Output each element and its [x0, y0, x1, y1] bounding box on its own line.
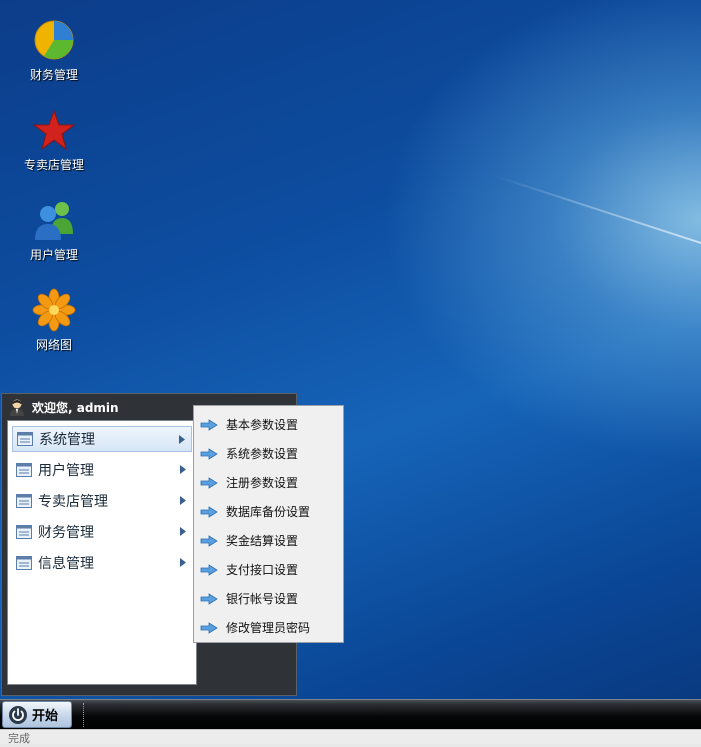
arrow-right-icon: [200, 534, 218, 547]
arrow-right-icon: [200, 592, 218, 605]
status-text: 完成: [8, 732, 30, 745]
chevron-right-icon: [180, 496, 186, 505]
submenu-item-label: 数据库备份设置: [226, 505, 311, 519]
red-star-icon: [32, 109, 76, 151]
desktop-icon-label: 财务管理: [29, 68, 78, 82]
submenu-item-admin-password[interactable]: 修改管理员密码: [194, 613, 343, 642]
start-button-label: 开始: [32, 709, 59, 724]
submenu-item-label: 奖金结算设置: [226, 534, 299, 548]
system-submenu: 基本参数设置 系统参数设置 注册参数设置 数据库备份设置 奖金结算设置 支付接口…: [193, 405, 344, 643]
chevron-right-icon: [180, 465, 186, 474]
menu-item-store[interactable]: 专卖店管理: [12, 488, 192, 514]
desktop-icon-users[interactable]: 用户管理: [9, 198, 99, 263]
menu-item-label: 用户管理: [38, 463, 94, 479]
pie-chart-icon: [34, 20, 74, 60]
menu-item-system[interactable]: 系统管理: [12, 426, 192, 452]
arrow-right-icon: [200, 476, 218, 489]
taskbar: 开始: [0, 699, 701, 730]
users-icon: [35, 202, 73, 240]
chevron-right-icon: [180, 558, 186, 567]
submenu-item-label: 基本参数设置: [226, 418, 299, 432]
window-list-icon: [16, 556, 32, 570]
user-avatar-icon: [10, 399, 24, 416]
power-icon: [9, 705, 27, 724]
submenu-item-db-backup[interactable]: 数据库备份设置: [194, 497, 343, 526]
submenu-item-basic-params[interactable]: 基本参数设置: [194, 410, 343, 439]
menu-item-info[interactable]: 信息管理: [12, 550, 192, 576]
menu-item-label: 专卖店管理: [38, 494, 108, 510]
window-list-icon: [16, 463, 32, 477]
arrow-right-icon: [200, 447, 218, 460]
chevron-right-icon: [180, 527, 186, 536]
desktop-icon-label: 用户管理: [29, 248, 78, 262]
menu-item-users[interactable]: 用户管理: [12, 457, 192, 483]
menu-item-label: 财务管理: [38, 525, 94, 541]
submenu-item-bonus-settlement[interactable]: 奖金结算设置: [194, 526, 343, 555]
submenu-item-system-params[interactable]: 系统参数设置: [194, 439, 343, 468]
arrow-right-icon: [200, 505, 218, 518]
arrow-right-icon: [200, 621, 218, 634]
desktop-icon-finance[interactable]: 财务管理: [9, 18, 99, 83]
arrow-right-icon: [200, 563, 218, 576]
window-list-icon: [16, 525, 32, 539]
window-list-icon: [17, 432, 33, 446]
wallpaper-light-streak: [493, 174, 701, 257]
arrow-right-icon: [200, 418, 218, 431]
desktop-icon-label: 专卖店管理: [23, 158, 84, 172]
menu-item-label: 信息管理: [38, 556, 94, 572]
submenu-item-label: 支付接口设置: [226, 563, 299, 577]
menu-item-finance[interactable]: 财务管理: [12, 519, 192, 545]
submenu-item-payment-interface[interactable]: 支付接口设置: [194, 555, 343, 584]
taskbar-divider: [83, 703, 85, 727]
menu-item-label: 系统管理: [39, 432, 95, 448]
chevron-right-icon: [179, 435, 185, 444]
submenu-item-label: 银行帐号设置: [226, 592, 299, 606]
welcome-text: 欢迎您, admin: [32, 400, 119, 415]
submenu-item-label: 注册参数设置: [226, 476, 299, 490]
submenu-item-label: 系统参数设置: [226, 447, 299, 461]
window-list-icon: [16, 494, 32, 508]
start-button[interactable]: 开始: [2, 701, 72, 728]
browser-status-bar: 完成: [0, 729, 701, 745]
flower-icon: [32, 288, 76, 332]
submenu-item-bank-account[interactable]: 银行帐号设置: [194, 584, 343, 613]
submenu-item-register-params[interactable]: 注册参数设置: [194, 468, 343, 497]
desktop-icon-label: 网络图: [35, 338, 72, 352]
start-menu-list: 系统管理 用户管理 专卖店管理 财务管理 信息管理: [7, 420, 197, 685]
desktop-icon-store[interactable]: 专卖店管理: [9, 108, 99, 173]
desktop-icon-network[interactable]: 网络图: [9, 288, 99, 353]
submenu-item-label: 修改管理员密码: [226, 621, 311, 635]
